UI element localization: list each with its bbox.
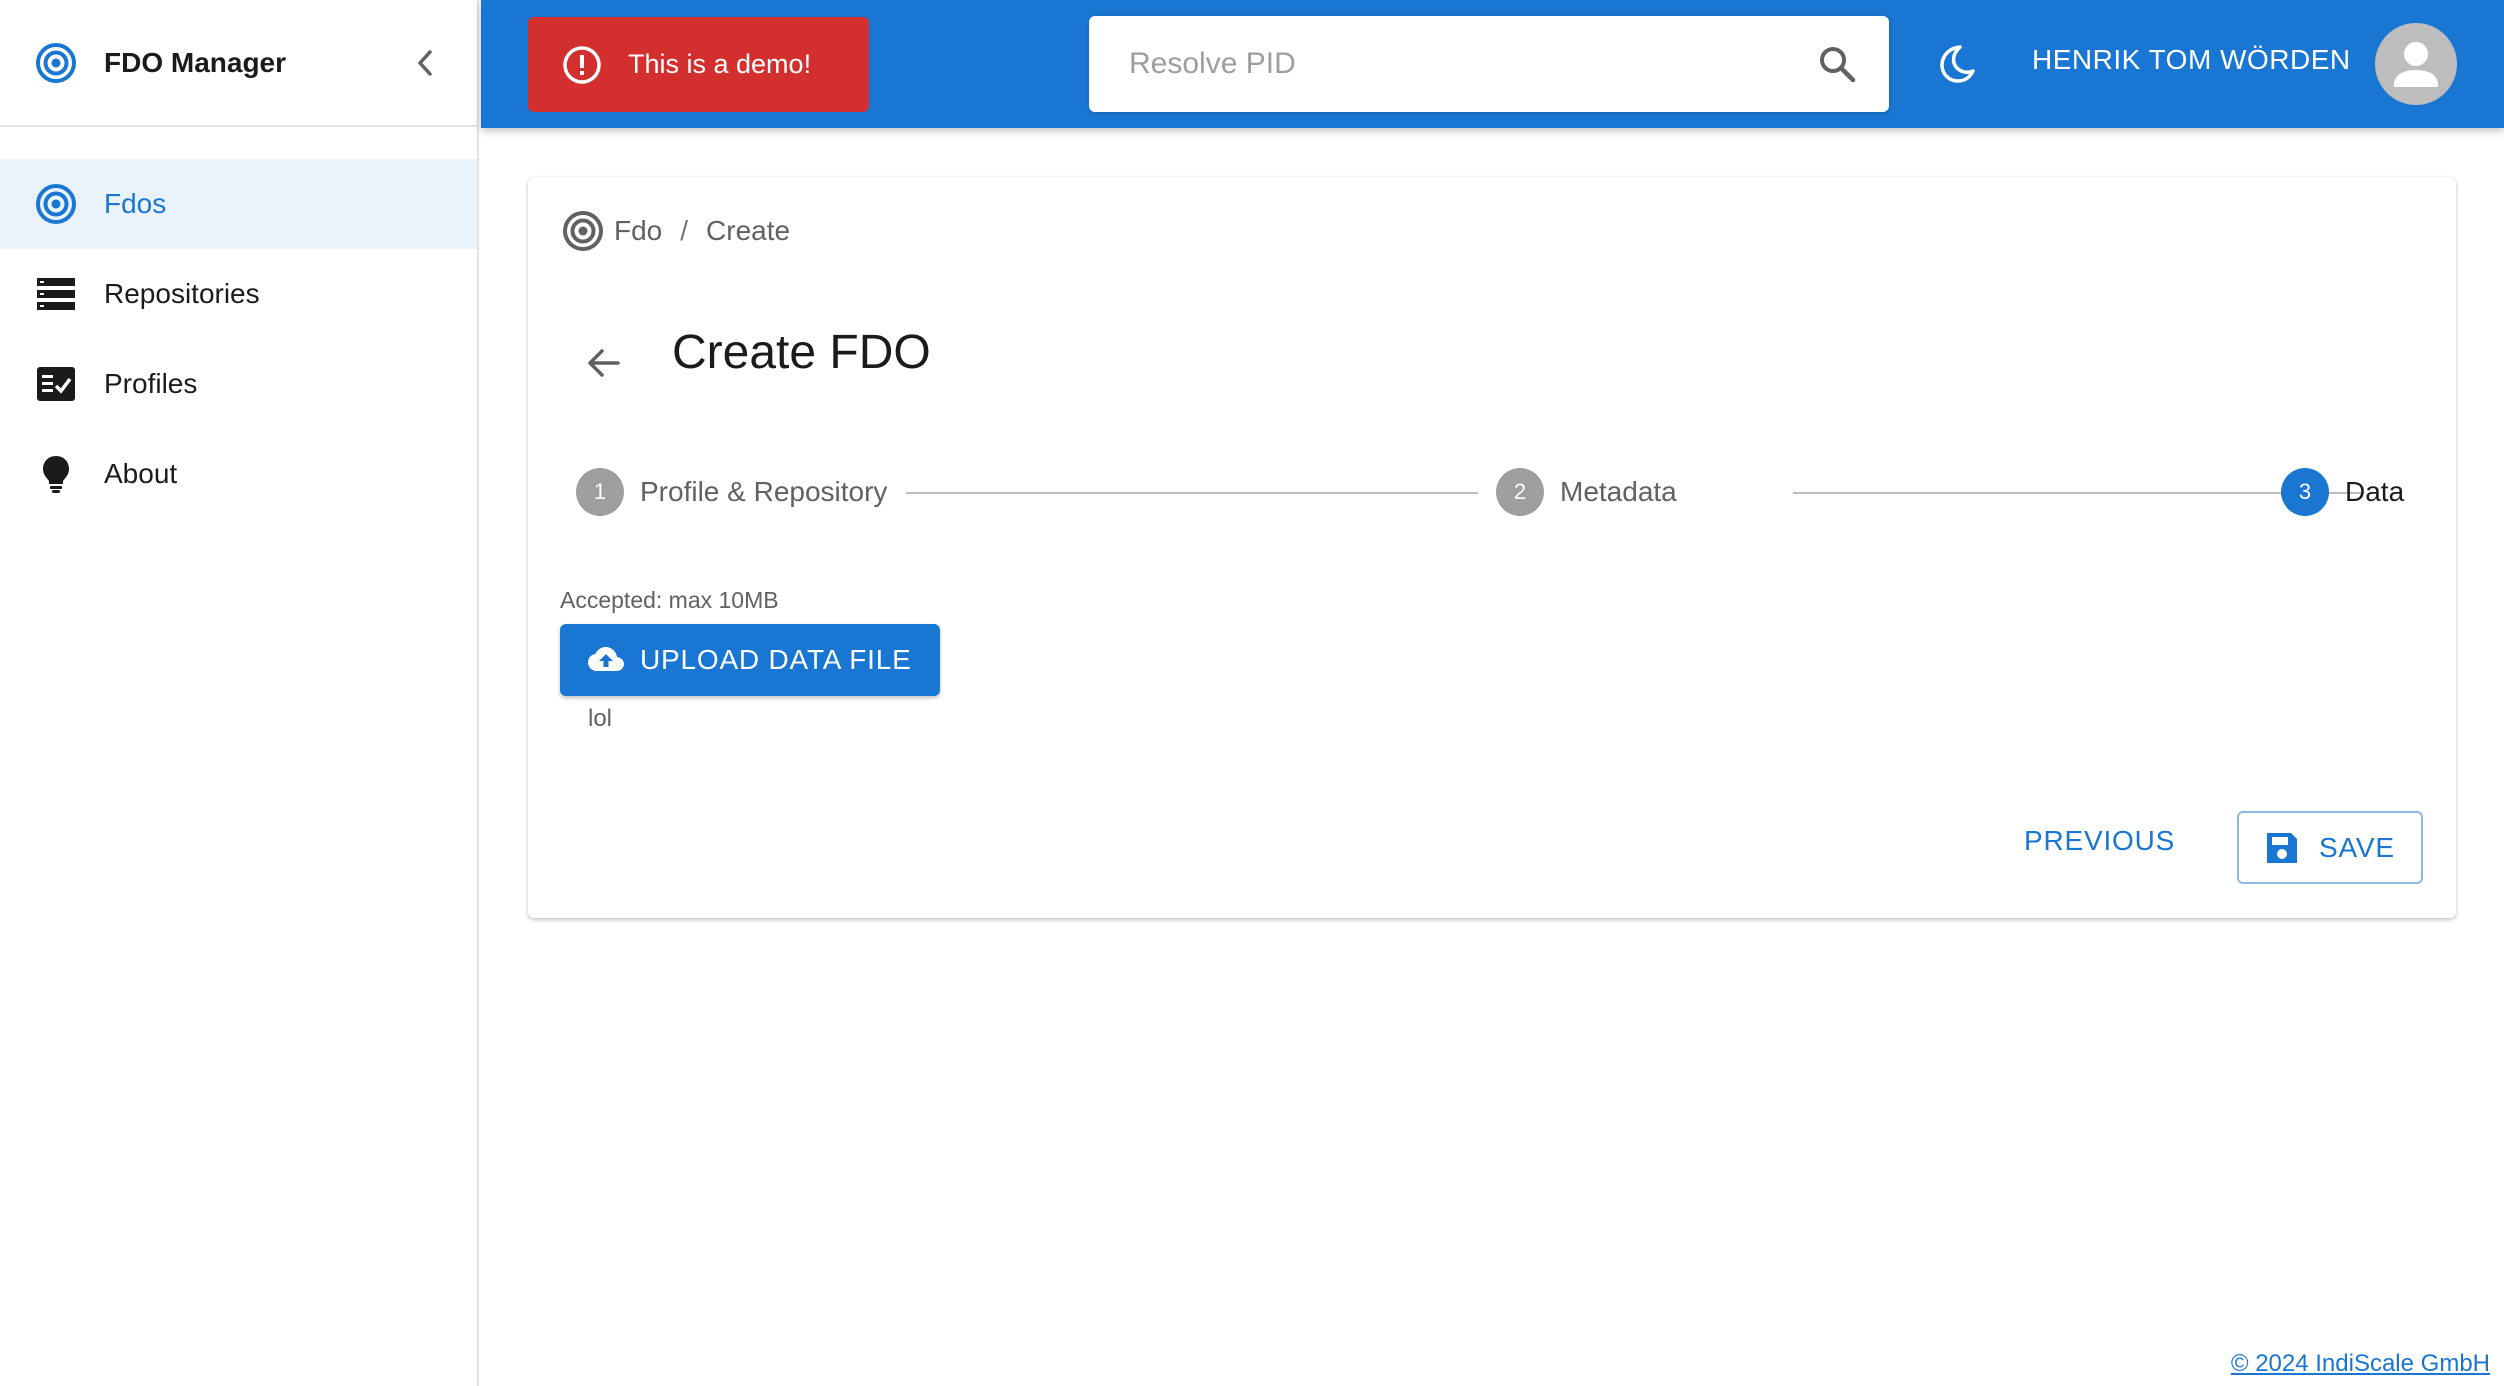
cloud-upload-icon — [588, 647, 624, 671]
sidebar-item-fdos[interactable]: Fdos — [0, 159, 477, 249]
breadcrumb-current: Create — [706, 215, 791, 246]
error-outline-icon — [563, 45, 601, 84]
breadcrumb-fdo-link[interactable]: Fdo — [614, 215, 662, 247]
step-number: 3 — [2281, 468, 2329, 516]
dark-mode-moon-icon[interactable] — [1934, 42, 1978, 86]
upload-button-label: UPLOAD DATA FILE — [640, 644, 912, 675]
sidebar-nav: Fdos Repositories Profiles About — [0, 159, 477, 519]
step-label: Metadata — [1560, 476, 1677, 507]
step-label: Profile & Repository — [640, 476, 888, 507]
avatar[interactable] — [2375, 23, 2457, 105]
target-icon — [35, 183, 77, 225]
footer-copyright-link[interactable]: © 2024 IndiScale GmbH — [2231, 1350, 2490, 1378]
demo-alert: This is a demo! — [528, 17, 869, 112]
page-title: Create FDO — [672, 326, 931, 379]
upload-data-file-button[interactable]: UPLOAD DATA FILE — [560, 624, 940, 696]
chevron-left-icon — [418, 50, 432, 76]
step-number: 1 — [576, 468, 624, 516]
save-icon — [2267, 832, 2297, 863]
top-app-bar: This is a demo! HENRIK TOM WÖRDEN — [481, 0, 2504, 128]
previous-button[interactable]: PREVIOUS — [2008, 811, 2191, 871]
target-logo-icon — [36, 42, 76, 83]
fact-check-icon — [35, 363, 77, 405]
accepted-file-hint: Accepted: max 10MB — [560, 587, 779, 613]
arrow-back-icon — [588, 349, 620, 377]
save-button[interactable]: SAVE — [2237, 811, 2423, 884]
step-profile-repository[interactable]: 1 Profile & Repository — [576, 464, 887, 520]
sidebar-item-repositories[interactable]: Repositories — [0, 249, 477, 339]
step-connector — [906, 492, 1478, 494]
app-title: FDO Manager — [104, 46, 287, 78]
save-button-label: SAVE — [2319, 831, 2395, 863]
collapse-sidebar-button[interactable] — [408, 46, 442, 80]
sidebar-item-about[interactable]: About — [0, 429, 477, 519]
sidebar-item-label: About — [104, 458, 178, 489]
sidebar-item-profiles[interactable]: Profiles — [0, 339, 477, 429]
step-label: Data — [2345, 476, 2405, 507]
breadcrumb-separator: / — [680, 215, 689, 246]
step-data[interactable]: 3 Data — [2281, 464, 2404, 520]
breadcrumb: Fdo / Create — [562, 210, 790, 252]
step-connector — [1793, 492, 2363, 494]
stepper: 1 Profile & Repository 2 Metadata 3 Data — [576, 464, 2426, 520]
step-metadata[interactable]: 2 Metadata — [1496, 464, 1677, 520]
step-number: 2 — [1496, 468, 1544, 516]
resolve-pid-input[interactable] — [1129, 36, 1789, 92]
sidebar: FDO Manager Fdos Repositories Profiles A… — [0, 0, 479, 1386]
storage-icon — [35, 273, 77, 315]
sidebar-item-label: Fdos — [104, 188, 167, 219]
target-icon — [563, 211, 603, 251]
person-icon — [2394, 42, 2438, 87]
sidebar-item-label: Repositories — [104, 278, 260, 309]
app-root: FDO Manager Fdos Repositories Profiles A… — [0, 0, 2504, 1386]
resolve-pid-search — [1089, 16, 1889, 112]
selected-file-name: lol — [588, 705, 613, 732]
back-button[interactable] — [576, 335, 632, 391]
create-fdo-card: Fdo / Create Create FDO 1 Profile & Repo… — [528, 177, 2456, 918]
demo-alert-text: This is a demo! — [628, 49, 812, 79]
search-icon[interactable] — [1815, 42, 1859, 86]
sidebar-header: FDO Manager — [0, 0, 477, 127]
user-name-button[interactable]: HENRIK TOM WÖRDEN — [2032, 44, 2351, 76]
lightbulb-icon — [35, 453, 77, 495]
sidebar-item-label: Profiles — [104, 368, 198, 399]
